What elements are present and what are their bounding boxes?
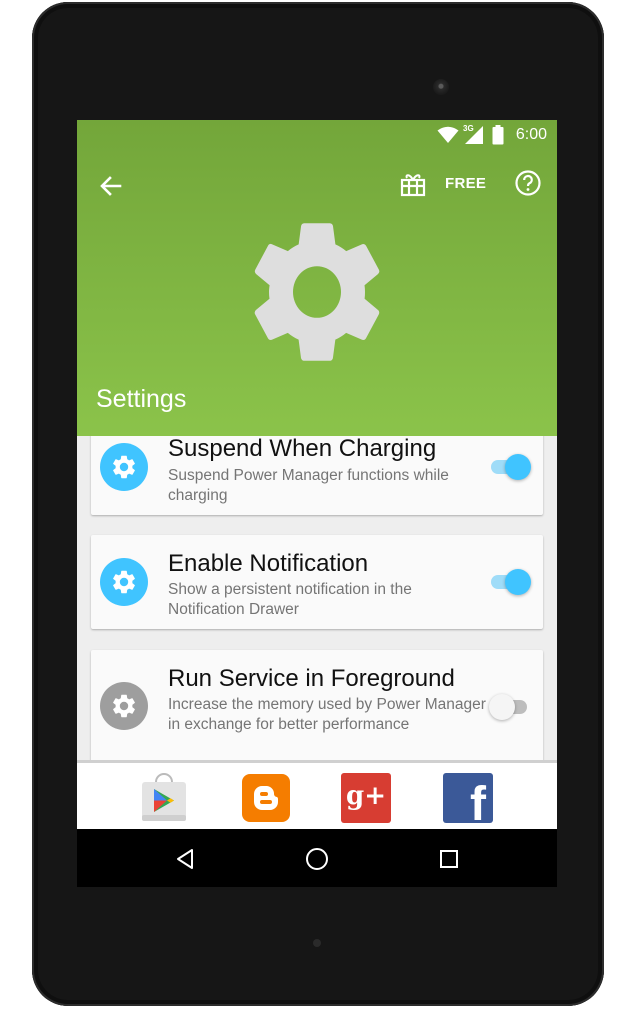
setting-icon — [100, 558, 148, 606]
facebook-icon[interactable]: f — [443, 773, 493, 823]
navigation-bar — [77, 829, 557, 887]
gift-icon[interactable] — [399, 170, 427, 198]
setting-subtitle: Increase the memory used by Power Manage… — [168, 696, 486, 733]
cell-signal-icon — [465, 126, 483, 144]
google-plus-label: g+ — [346, 781, 386, 811]
status-time: 6:00 — [515, 126, 547, 143]
google-plus-icon[interactable]: g+ — [341, 773, 391, 823]
google-play-icon[interactable] — [139, 773, 189, 823]
gear-icon — [113, 694, 135, 718]
page-title: Settings — [96, 385, 187, 413]
setting-toggle-enable-notification[interactable] — [491, 569, 531, 595]
setting-title: Suspend When Charging — [168, 436, 437, 462]
wifi-icon — [437, 126, 459, 143]
recents-square-icon[interactable] — [437, 847, 461, 871]
gear-icon — [113, 455, 135, 479]
setting-icon — [100, 682, 148, 730]
setting-subtitle: Show a persistent notification in the No… — [168, 581, 412, 618]
gear-icon — [254, 223, 380, 361]
setting-toggle-run-service-in-foreground[interactable] — [489, 694, 531, 720]
free-button[interactable]: FREE — [445, 175, 486, 192]
status-bar: 3G 6:00 — [77, 120, 557, 150]
blogger-icon[interactable] — [241, 773, 291, 823]
microphone — [313, 939, 321, 947]
setting-title: Run Service in Foreground — [168, 665, 455, 692]
setting-toggle-suspend-when-charging[interactable] — [491, 454, 531, 480]
toggle-thumb — [505, 454, 531, 480]
setting-subtitle: Suspend Power Manager functions while ch… — [168, 467, 449, 504]
front-camera — [433, 79, 449, 95]
setting-title: Enable Notification — [168, 550, 369, 577]
app-header: 3G 6:00 FREE Settings — [77, 120, 557, 436]
toggle-thumb — [505, 569, 531, 595]
settings-list: Suspend When Charging Suspend Power Mana… — [77, 436, 557, 763]
setting-icon — [100, 443, 148, 491]
toggle-thumb — [489, 694, 515, 720]
share-bar: g+ f — [77, 760, 557, 832]
back-button[interactable] — [95, 170, 127, 202]
home-circle-icon[interactable] — [305, 847, 329, 871]
setting-run-service-in-foreground[interactable]: Run Service in Foreground Increase the m… — [91, 650, 543, 763]
facebook-label: f — [470, 778, 486, 824]
setting-enable-notification[interactable]: Enable Notification Show a persistent no… — [91, 535, 543, 629]
help-circle-icon[interactable] — [514, 169, 542, 197]
battery-icon — [492, 125, 504, 145]
app-screen: 3G 6:00 FREE Settings Suspend When Charg… — [77, 120, 557, 887]
back-triangle-icon[interactable] — [173, 847, 197, 871]
setting-suspend-when-charging[interactable]: Suspend When Charging Suspend Power Mana… — [91, 436, 543, 515]
gear-icon — [113, 570, 135, 594]
